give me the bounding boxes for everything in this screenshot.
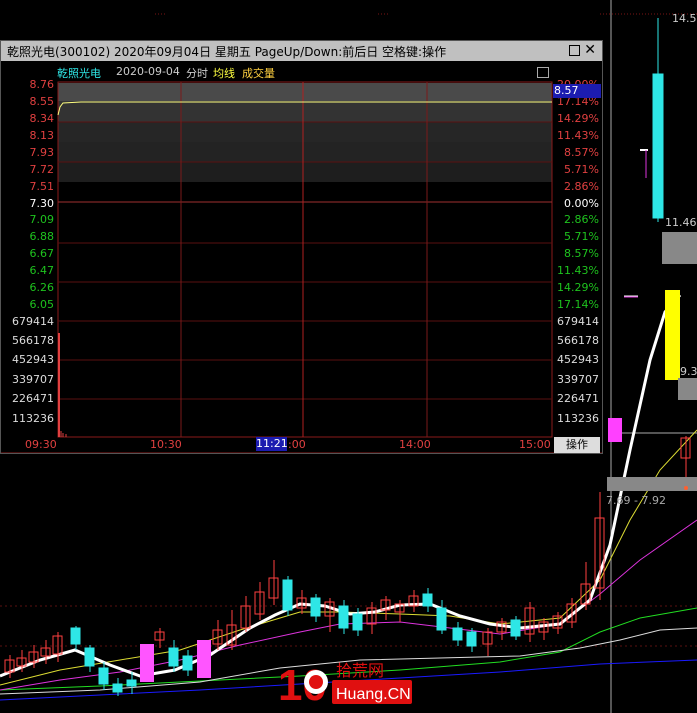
watermark-site-en: Huang.CN xyxy=(336,686,411,703)
pct-label: 0.00% xyxy=(564,197,599,210)
volume-label-right: 113236 xyxy=(557,412,599,425)
pct-label: 11.43% xyxy=(557,264,599,277)
current-price-tag: 8.57 xyxy=(553,84,601,98)
pct-label: 2.86% xyxy=(564,180,599,193)
price-label: 7.30 xyxy=(29,197,55,210)
time-label: 15:00 xyxy=(519,438,551,451)
volume-label-left: 226471 xyxy=(12,392,54,405)
price-label: 8.76 xyxy=(29,78,55,91)
price-label: 8.13 xyxy=(29,129,55,142)
volume-label-left: 339707 xyxy=(12,373,54,386)
pct-label: 5.71% xyxy=(564,230,599,243)
price-label: 7.72 xyxy=(29,163,55,176)
pct-label: 2.86% xyxy=(564,213,599,226)
price-label: 7.09 xyxy=(29,213,55,226)
volume-label-left: 679414 xyxy=(12,315,54,328)
pct-label: 5.71% xyxy=(564,163,599,176)
price-label: 6.05 xyxy=(29,298,55,311)
pct-label: 14.29% xyxy=(557,281,599,294)
price-label: 8.34 xyxy=(29,112,55,125)
intraday-popup-window[interactable]: 乾照光电(300102) 2020年09月04日 星期五 PageUp/Down… xyxy=(0,40,603,454)
operate-button[interactable]: 操作 xyxy=(554,437,600,453)
volume-label-right: 226471 xyxy=(557,392,599,405)
price-label: 6.67 xyxy=(29,247,55,260)
volume-label-right: 452943 xyxy=(557,353,599,366)
time-label: 09:30 xyxy=(25,438,57,451)
cursor-time-tag: 11:21 xyxy=(256,437,288,451)
volume-label-right: 679414 xyxy=(557,315,599,328)
intraday-chart xyxy=(1,81,602,453)
volume-label-left: 452943 xyxy=(12,353,54,366)
price-label: 7.93 xyxy=(29,146,55,159)
watermark-logo: 10 拾荒网 Huang.CN xyxy=(278,661,412,708)
kline-high-label: 14.5 xyxy=(672,12,697,25)
time-label: :00 xyxy=(288,438,306,451)
pct-label: 11.43% xyxy=(557,129,599,142)
pct-label: 8.57% xyxy=(564,146,599,159)
price-label: 8.55 xyxy=(29,95,55,108)
volume-label-right: 566178 xyxy=(557,334,599,347)
time-label: 10:30 xyxy=(150,438,182,451)
volume-label-right: 339707 xyxy=(557,373,599,386)
pct-label: 17.14% xyxy=(557,298,599,311)
price-label: 6.26 xyxy=(29,281,55,294)
time-label: 14:00 xyxy=(399,438,431,451)
kline-low-label: 9.3 xyxy=(680,365,697,378)
volume-label-left: 113236 xyxy=(12,412,54,425)
volume-label-left: 566178 xyxy=(12,334,54,347)
kline-range-label: 7.69 - 7.92 xyxy=(606,494,666,507)
price-label: 6.47 xyxy=(29,264,55,277)
watermark-site-cn: 拾荒网 xyxy=(336,661,384,680)
kline-mid-label: 11.46 xyxy=(665,216,697,229)
pct-label: 14.29% xyxy=(557,112,599,125)
price-label: 7.51 xyxy=(29,180,55,193)
pct-label: 8.57% xyxy=(564,247,599,260)
price-label: 6.88 xyxy=(29,230,55,243)
